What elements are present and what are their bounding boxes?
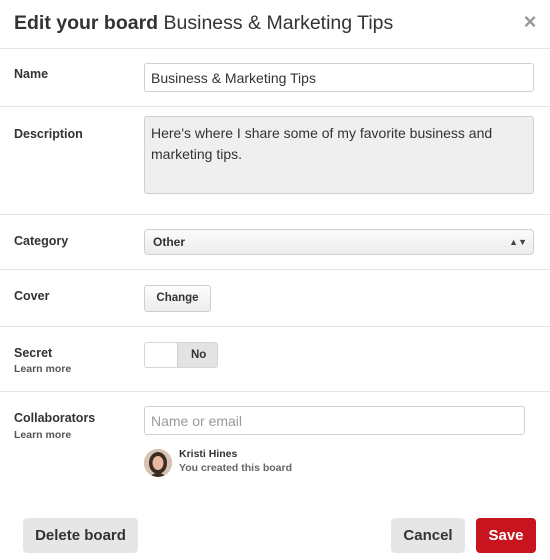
- name-row: Name: [0, 49, 550, 107]
- cover-label: Cover: [14, 289, 50, 303]
- collaborator-search-input[interactable]: [144, 406, 525, 435]
- description-label: Description: [14, 127, 83, 141]
- modal-header: Edit your board Business & Marketing Tip…: [0, 0, 550, 49]
- category-label: Category: [14, 234, 69, 248]
- cancel-button[interactable]: Cancel: [391, 518, 465, 553]
- avatar: [144, 449, 172, 477]
- secret-label: Secret: [14, 346, 53, 360]
- category-selected-value: Other: [153, 235, 186, 249]
- collaborators-label: Collaborators: [14, 411, 96, 425]
- collaborator-subtitle: You created this board: [179, 462, 292, 474]
- save-button[interactable]: Save: [476, 518, 536, 553]
- description-textarea[interactable]: [144, 116, 534, 194]
- delete-board-button[interactable]: Delete board: [23, 518, 138, 553]
- modal-title: Edit your board Business & Marketing Tip…: [14, 12, 393, 35]
- collaborators-learn-more-link[interactable]: Learn more: [14, 429, 71, 441]
- modal-footer: Delete board Cancel Save: [0, 508, 550, 560]
- avatar-image: [144, 449, 172, 477]
- title-board-name: Business & Marketing Tips: [163, 12, 394, 34]
- toggle-knob: [145, 343, 178, 367]
- description-row: Description: [0, 107, 550, 215]
- change-cover-button[interactable]: Change: [144, 285, 211, 312]
- cover-row: Cover Change: [0, 270, 550, 327]
- collaborators-row: Collaborators Learn more Kristi Hines Yo…: [0, 392, 550, 508]
- secret-learn-more-link[interactable]: Learn more: [14, 363, 71, 375]
- close-icon[interactable]: ×: [521, 11, 539, 33]
- secret-toggle[interactable]: No: [144, 342, 218, 368]
- name-label: Name: [14, 67, 49, 81]
- category-select[interactable]: Other ▲▼: [144, 229, 534, 255]
- select-arrows-icon: ▲▼: [509, 237, 527, 247]
- collaborator-name: Kristi Hines: [179, 448, 238, 460]
- board-name-input[interactable]: [144, 63, 534, 92]
- category-row: Category Other ▲▼: [0, 215, 550, 270]
- toggle-state-label: No: [191, 349, 207, 361]
- secret-row: Secret Learn more No: [0, 327, 550, 392]
- title-prefix: Edit your board: [14, 12, 159, 34]
